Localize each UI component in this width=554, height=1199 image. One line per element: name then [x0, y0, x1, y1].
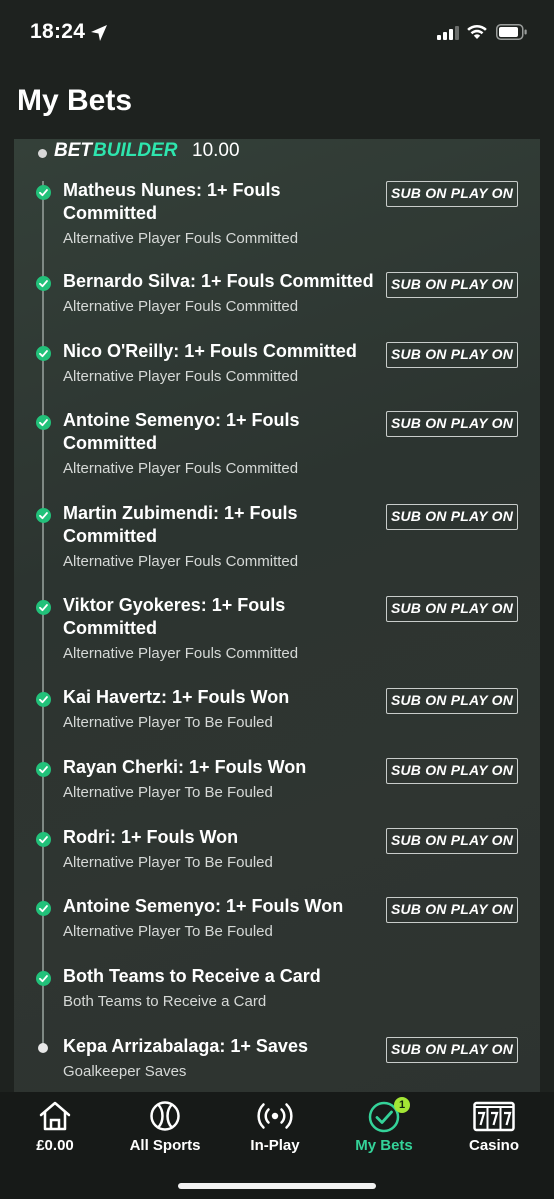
tab-balance-label: £0.00: [36, 1137, 74, 1154]
check-icon: [36, 901, 51, 916]
sub-on-play-on-badge[interactable]: SUB ON PLAY ON: [386, 504, 518, 530]
leg-selection-title: Antoine Semenyo: 1+ Fouls Won: [63, 896, 344, 916]
check-icon: [36, 971, 51, 986]
sub-on-play-on-badge[interactable]: SUB ON PLAY ON: [386, 181, 518, 207]
leg-selection-title: Both Teams to Receive a Card: [63, 966, 321, 986]
check-icon: [36, 508, 51, 523]
bet-builder-card[interactable]: BET BUILDER 10.00 Matheus Nunes: 1+ Foul…: [14, 139, 540, 1099]
tab-my-bets[interactable]: 1 My Bets: [329, 1092, 439, 1162]
check-icon: [36, 692, 51, 707]
sub-on-play-on-badge[interactable]: SUB ON PLAY ON: [386, 828, 518, 854]
page-title: My Bets: [17, 84, 133, 117]
leg-selection-title: Antoine Semenyo: 1+ Fouls: [63, 410, 300, 430]
bet-builder-label-builder: BUILDER: [93, 140, 178, 161]
leg-selection-title: Rodri: 1+ Fouls Won: [63, 827, 239, 847]
leg-selection-title: Martin Zubimendi: 1+ Fouls: [63, 503, 298, 523]
pending-dot-icon: [38, 1043, 48, 1053]
leg-market-name: Alternative Player Fouls Committed: [63, 645, 299, 662]
live-broadcast-icon: [257, 1103, 293, 1129]
my-bets-count-badge: 1: [394, 1097, 410, 1113]
leg-selection-title: Kepa Arrizabalaga: 1+ Saves: [63, 1036, 308, 1056]
battery-icon: [496, 24, 527, 40]
leg-market-name: Alternative Player Fouls Committed: [63, 368, 299, 385]
leg-market-name: Alternative Player Fouls Committed: [63, 298, 299, 315]
leg-market-name: Both Teams to Receive a Card: [63, 993, 267, 1010]
home-icon: [39, 1101, 71, 1131]
leg-market-name: Alternative Player To Be Fouled: [63, 714, 273, 731]
sub-on-play-on-badge[interactable]: SUB ON PLAY ON: [386, 688, 518, 714]
status-time: 18:24: [30, 20, 86, 43]
tab-casino-label: Casino: [468, 1137, 519, 1154]
leg-market-name: Alternative Player Fouls Committed: [63, 230, 299, 247]
sub-on-play-on-badge[interactable]: SUB ON PLAY ON: [386, 596, 518, 622]
sub-on-play-on-badge[interactable]: SUB ON PLAY ON: [386, 897, 518, 923]
check-icon: [36, 346, 51, 361]
leg-selection-title: Committed: [63, 433, 157, 453]
sub-on-play-on-badge[interactable]: SUB ON PLAY ON: [386, 342, 518, 368]
leg-selection-title: Rayan Cherki: 1+ Fouls Won: [63, 757, 307, 777]
leg-market-name: Alternative Player Fouls Committed: [63, 553, 299, 570]
tab-in-play[interactable]: In-Play: [220, 1092, 330, 1162]
location-arrow-icon: [91, 25, 107, 41]
tab-my-bets-label: My Bets: [355, 1137, 413, 1154]
tab-all-sports[interactable]: All Sports: [110, 1092, 220, 1162]
home-indicator: [178, 1183, 376, 1189]
status-bar: 18:24: [0, 0, 554, 66]
leg-market-name: Goalkeeper Saves: [63, 1063, 187, 1080]
cellular-signal-icon: [437, 26, 459, 40]
leg-market-name: Alternative Player To Be Fouled: [63, 784, 273, 801]
bet-odds: 10.00: [192, 140, 240, 161]
sub-on-play-on-badge[interactable]: SUB ON PLAY ON: [386, 758, 518, 784]
leg-market-name: Alternative Player To Be Fouled: [63, 923, 273, 940]
tennis-ball-icon: [150, 1101, 180, 1131]
check-icon: [36, 762, 51, 777]
check-icon: [36, 832, 51, 847]
sub-on-play-on-badge[interactable]: SUB ON PLAY ON: [386, 272, 518, 298]
sub-on-play-on-badge[interactable]: SUB ON PLAY ON: [386, 411, 518, 437]
bet-status-dot: [38, 149, 47, 158]
tab-in-play-label: In-Play: [250, 1137, 300, 1154]
bet-builder-header: BET BUILDER 10.00: [14, 139, 540, 169]
bet-builder-label-bet: BET: [54, 140, 92, 161]
tab-all-sports-label: All Sports: [129, 1137, 201, 1154]
leg-market-name: Alternative Player To Be Fouled: [63, 854, 273, 871]
leg-selection-title: Committed: [63, 618, 157, 638]
leg-selection-title: Viktor Gyokeres: 1+ Fouls: [63, 595, 286, 615]
check-icon: [36, 415, 51, 430]
check-icon: [36, 600, 51, 615]
leg-selection-title: Matheus Nunes: 1+ Fouls: [63, 180, 281, 200]
tab-balance[interactable]: £0.00: [0, 1092, 110, 1162]
leg-selection-title: Nico O'Reilly: 1+ Fouls Committed: [63, 341, 357, 361]
check-icon: [36, 185, 51, 200]
leg-selection-title: Committed: [63, 203, 157, 223]
wifi-icon: [467, 24, 487, 39]
slot-machine-icon: [473, 1101, 515, 1132]
leg-market-name: Alternative Player Fouls Committed: [63, 460, 299, 477]
tab-casino[interactable]: Casino: [439, 1092, 549, 1162]
sub-on-play-on-badge[interactable]: SUB ON PLAY ON: [386, 1037, 518, 1063]
leg-selection-title: Committed: [63, 526, 157, 546]
check-icon: [36, 276, 51, 291]
leg-selection-title: Bernardo Silva: 1+ Fouls Committed: [63, 271, 374, 291]
leg-selection-title: Kai Havertz: 1+ Fouls Won: [63, 687, 290, 707]
